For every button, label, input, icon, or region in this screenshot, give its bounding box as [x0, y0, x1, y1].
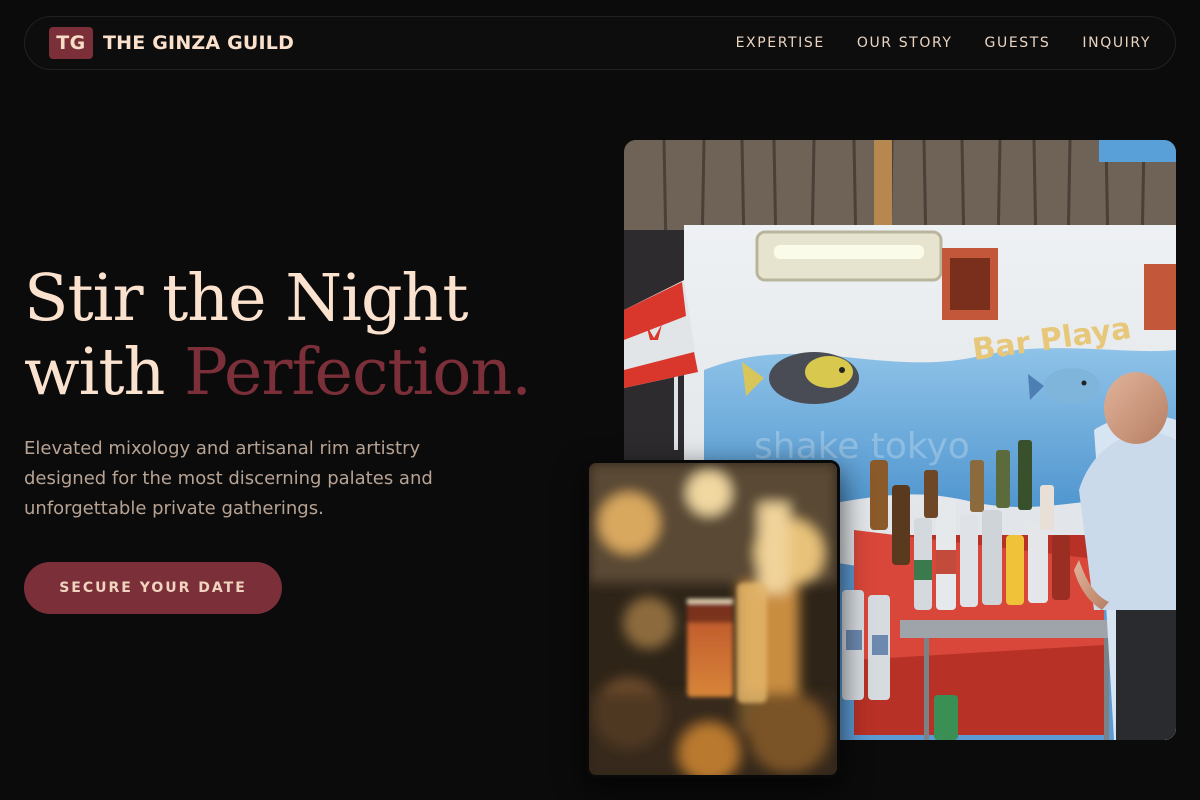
nav-link-inquiry[interactable]: INQUIRY	[1082, 35, 1151, 51]
cocktail-photo-illustration	[589, 463, 837, 775]
hero-headline: Stir the Night with Perfection.	[24, 262, 584, 410]
brand-logo: TG	[49, 27, 93, 59]
headline-with: with	[24, 335, 165, 410]
nav-links: EXPERTISE OUR STORY GUESTS INQUIRY	[736, 35, 1151, 51]
top-nav: TG THE GINZA GUILD EXPERTISE OUR STORY G…	[24, 16, 1176, 70]
brand[interactable]: TG THE GINZA GUILD	[49, 27, 294, 59]
nav-link-expertise[interactable]: EXPERTISE	[736, 35, 825, 51]
headline-line-1: Stir the Night	[24, 261, 469, 336]
brand-name: THE GINZA GUILD	[103, 32, 295, 54]
cocktail-photo	[586, 460, 840, 778]
secure-date-button[interactable]: SECURE YOUR DATE	[24, 562, 282, 614]
nav-link-our-story[interactable]: OUR STORY	[857, 35, 953, 51]
headline-accent: Perfection.	[184, 335, 532, 410]
hero-lead: Elevated mixology and artisanal rim arti…	[24, 438, 433, 519]
nav-link-guests[interactable]: GUESTS	[985, 35, 1051, 51]
